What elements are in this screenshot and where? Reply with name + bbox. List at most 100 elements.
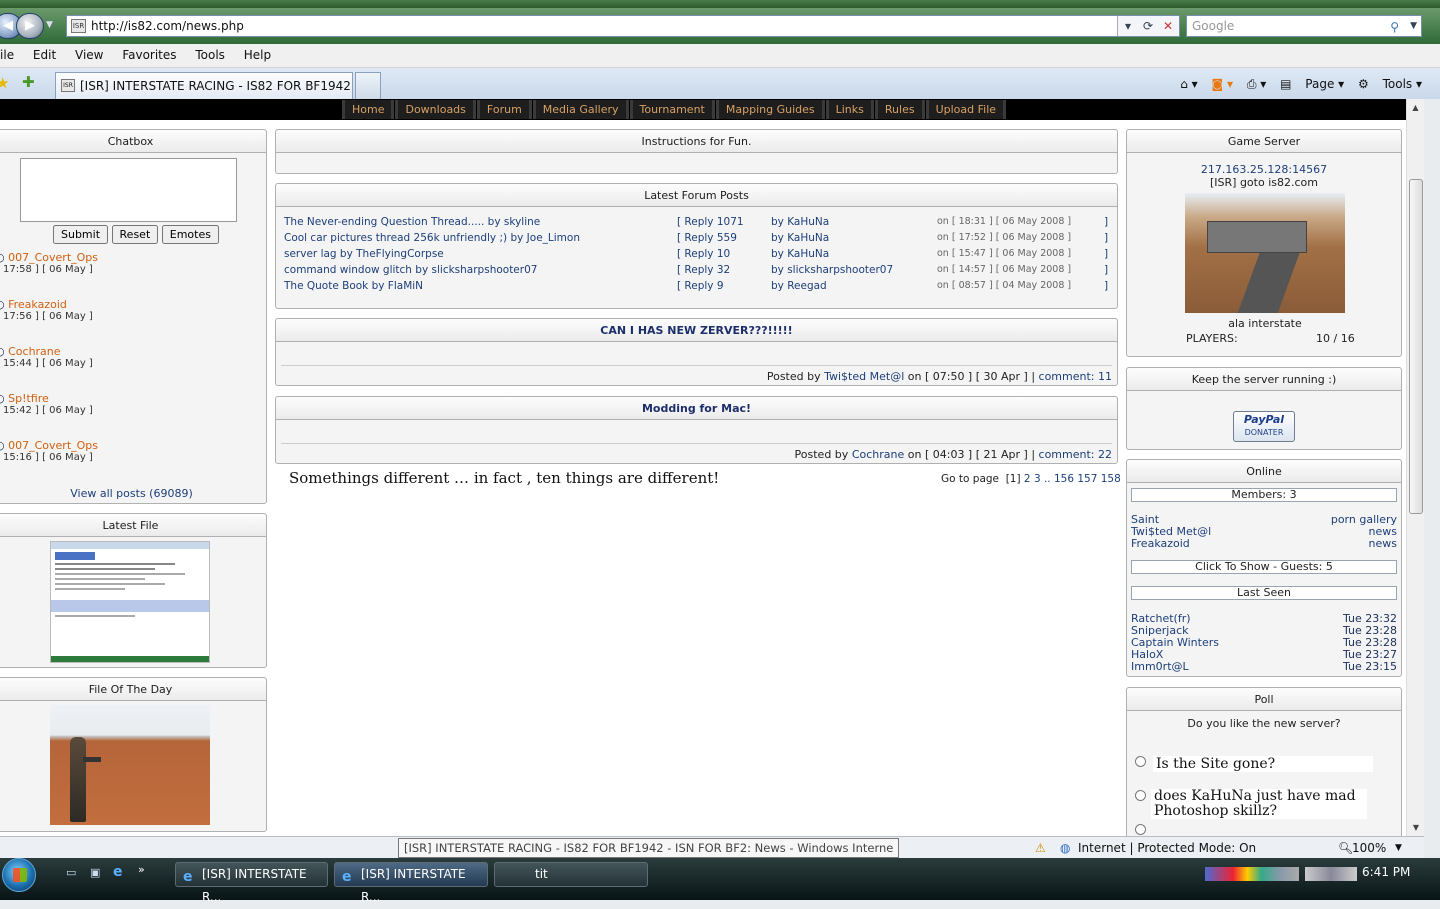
forum-reply-count: [ Reply 10 <box>677 248 731 260</box>
feeds-icon[interactable]: ◙ ▾ <box>1212 77 1233 91</box>
forum-reply-author[interactable]: by slicksharpshooter07 <box>771 262 893 278</box>
scroll-thumb[interactable] <box>1409 179 1423 514</box>
forum-thread-link[interactable]: The Never-ending Question Thread..... by… <box>284 214 540 230</box>
address-bar[interactable]: ISR http://is82.com/news.php ▾ ⟳ ✕ <box>66 15 1180 37</box>
server-address[interactable]: 217.163.25.128:14567 <box>1127 163 1401 176</box>
page-menu-button[interactable]: ▤ Page ▾ <box>1280 77 1344 91</box>
nav-links[interactable]: Links <box>825 100 874 119</box>
home-icon[interactable]: ⌂ ▾ <box>1180 77 1197 91</box>
tools-menu-button[interactable]: ⚙ Tools ▾ <box>1358 77 1422 91</box>
menu-tools[interactable]: Tools <box>195 44 225 67</box>
search-options-icon[interactable]: ▼ <box>1410 16 1417 36</box>
forum-thread-link[interactable]: command window glitch by slicksharpshoot… <box>284 262 537 278</box>
menu-file[interactable]: File <box>0 44 14 67</box>
forum-reply-author[interactable]: by Reegad <box>771 278 827 294</box>
favorites-star-icon[interactable]: ★ <box>0 74 9 92</box>
ie-quicklaunch-icon[interactable]: e <box>113 864 123 880</box>
menu-view[interactable]: View <box>75 44 103 67</box>
file-of-the-day-image[interactable] <box>50 705 210 825</box>
quicklaunch-overflow-icon[interactable]: » <box>138 863 145 876</box>
start-button[interactable] <box>2 858 36 892</box>
tab-active[interactable]: ISR [ISR] INTERSTATE RACING - IS82 FOR B… <box>55 72 353 119</box>
add-favorite-icon[interactable]: ✚ <box>22 73 35 91</box>
forum-reply-author[interactable]: by KaHuNa <box>771 246 829 262</box>
nav-forum[interactable]: Forum <box>476 100 532 119</box>
scroll-up-icon[interactable]: ▲ <box>1407 103 1424 112</box>
last-seen-user[interactable]: Imm0rt@L <box>1131 661 1189 673</box>
poll-radio[interactable] <box>1135 824 1146 835</box>
nav-upload-file[interactable]: Upload File <box>925 100 1007 119</box>
show-desktop-icon[interactable]: ▭ <box>66 866 76 879</box>
chat-user[interactable]: Sp!tfire <box>8 392 49 405</box>
taskbar-button-tit[interactable]: tit <box>494 862 648 887</box>
system-tray-icons[interactable] <box>1305 867 1357 881</box>
new-tab-button[interactable] <box>355 72 381 99</box>
news-author[interactable]: Twi$ted Met@l <box>824 370 904 383</box>
zoom-dropdown-icon[interactable]: ▼ <box>1395 837 1402 859</box>
forum-thread-link[interactable]: server lag by TheFlyingCorpse <box>284 246 444 262</box>
news-comments-link[interactable]: comment: 11 <box>1039 370 1112 383</box>
latest-file-thumbnail[interactable] <box>50 541 210 663</box>
chat-user[interactable]: Freakazoid <box>8 298 67 311</box>
poll-option[interactable] <box>1135 824 1146 836</box>
forward-button[interactable]: ▶ <box>16 13 44 39</box>
news-comments-link[interactable]: comment: 22 <box>1039 448 1112 461</box>
members-count[interactable]: Members: 3 <box>1131 488 1397 502</box>
history-dropdown-icon[interactable]: ▼ <box>46 20 53 30</box>
chat-user[interactable]: 007_Covert_Ops <box>8 439 98 452</box>
poll-option[interactable] <box>1135 790 1146 804</box>
news-title[interactable]: CAN I HAS NEW ZERVER???!!!!! <box>276 319 1117 342</box>
submit-button[interactable]: Submit <box>53 225 109 244</box>
chat-user[interactable]: Cochrane <box>8 345 60 358</box>
forum-reply-author[interactable]: by KaHuNa <box>771 230 829 246</box>
print-icon[interactable]: ⎙ ▾ <box>1247 77 1266 91</box>
nav-media-gallery[interactable]: Media Gallery <box>532 100 629 119</box>
window-title-bar <box>0 0 1440 8</box>
security-warning-icon[interactable]: ⚠ <box>1035 837 1046 859</box>
chat-user[interactable]: 007_Covert_Ops <box>8 251 98 264</box>
poll-option[interactable] <box>1135 756 1146 770</box>
menu-favorites[interactable]: Favorites <box>122 44 176 67</box>
reset-button[interactable]: Reset <box>111 225 159 244</box>
online-user-location[interactable]: news <box>1369 538 1397 550</box>
search-icon[interactable]: ⚲ <box>1390 17 1399 37</box>
switch-windows-icon[interactable]: ▣ <box>90 866 100 879</box>
taskbar-button-ie-2[interactable]: e [ISR] INTERSTATE R... <box>334 862 488 904</box>
pagination-label: Go to page <box>941 473 1000 485</box>
emotes-button[interactable]: Emotes <box>161 225 219 244</box>
chat-input[interactable] <box>20 158 237 222</box>
paypal-donate-button[interactable]: PayPal DONATER <box>1233 411 1295 442</box>
chat-messages: ○ 007_Covert_Ops17:58 ] [ 06 May ] ○ Fre… <box>0 252 98 487</box>
page-links[interactable]: 2 3 .. 156 157 158 <box>1024 473 1121 485</box>
clock[interactable]: 6:41 PM <box>1362 865 1410 879</box>
scroll-down-icon[interactable]: ▼ <box>1407 823 1425 832</box>
forum-thread-link[interactable]: The Quote Book by FlaMiN <box>284 278 423 294</box>
zone-status[interactable]: Internet | Protected Mode: On <box>1078 837 1256 859</box>
taskbar-button-ie-1[interactable]: e [ISR] INTERSTATE R... <box>175 862 328 904</box>
view-all-posts-link[interactable]: View all posts (69089) <box>0 487 268 500</box>
file-of-the-day-title: File Of The Day <box>0 678 266 701</box>
refresh-icon[interactable]: ⟳ <box>1138 16 1158 36</box>
guests-toggle[interactable]: Click To Show - Guests: 5 <box>1131 560 1397 574</box>
nav-tournament[interactable]: Tournament <box>629 100 715 119</box>
nav-mapping-guides[interactable]: Mapping Guides <box>715 100 825 119</box>
forum-reply-author[interactable]: by KaHuNa <box>771 214 829 230</box>
menu-help[interactable]: Help <box>244 44 271 67</box>
search-input[interactable]: Google ⚲ ▼ <box>1186 15 1422 37</box>
tab-favicon-icon: ISR <box>61 79 75 92</box>
news-title[interactable]: Modding for Mac! <box>276 397 1117 420</box>
poll-radio[interactable] <box>1135 790 1146 801</box>
forum-thread-link[interactable]: Cool car pictures thread 256k unfriendly… <box>284 230 580 246</box>
dropdown-icon[interactable]: ▾ <box>1118 16 1138 36</box>
news-author[interactable]: Cochrane <box>852 448 904 461</box>
zoom-level[interactable]: 100% <box>1352 837 1386 859</box>
menu-edit[interactable]: Edit <box>33 44 56 67</box>
nav-rules[interactable]: Rules <box>874 100 925 119</box>
nav-downloads[interactable]: Downloads <box>395 100 476 119</box>
stop-icon[interactable]: ✕ <box>1158 16 1178 36</box>
nav-home[interactable]: Home <box>342 100 395 119</box>
page-scrollbar[interactable]: ▲ ▼ <box>1406 99 1424 836</box>
tray-icons[interactable] <box>1205 867 1299 881</box>
poll-radio[interactable] <box>1135 756 1146 767</box>
online-user-name[interactable]: Freakazoid <box>1131 538 1190 550</box>
